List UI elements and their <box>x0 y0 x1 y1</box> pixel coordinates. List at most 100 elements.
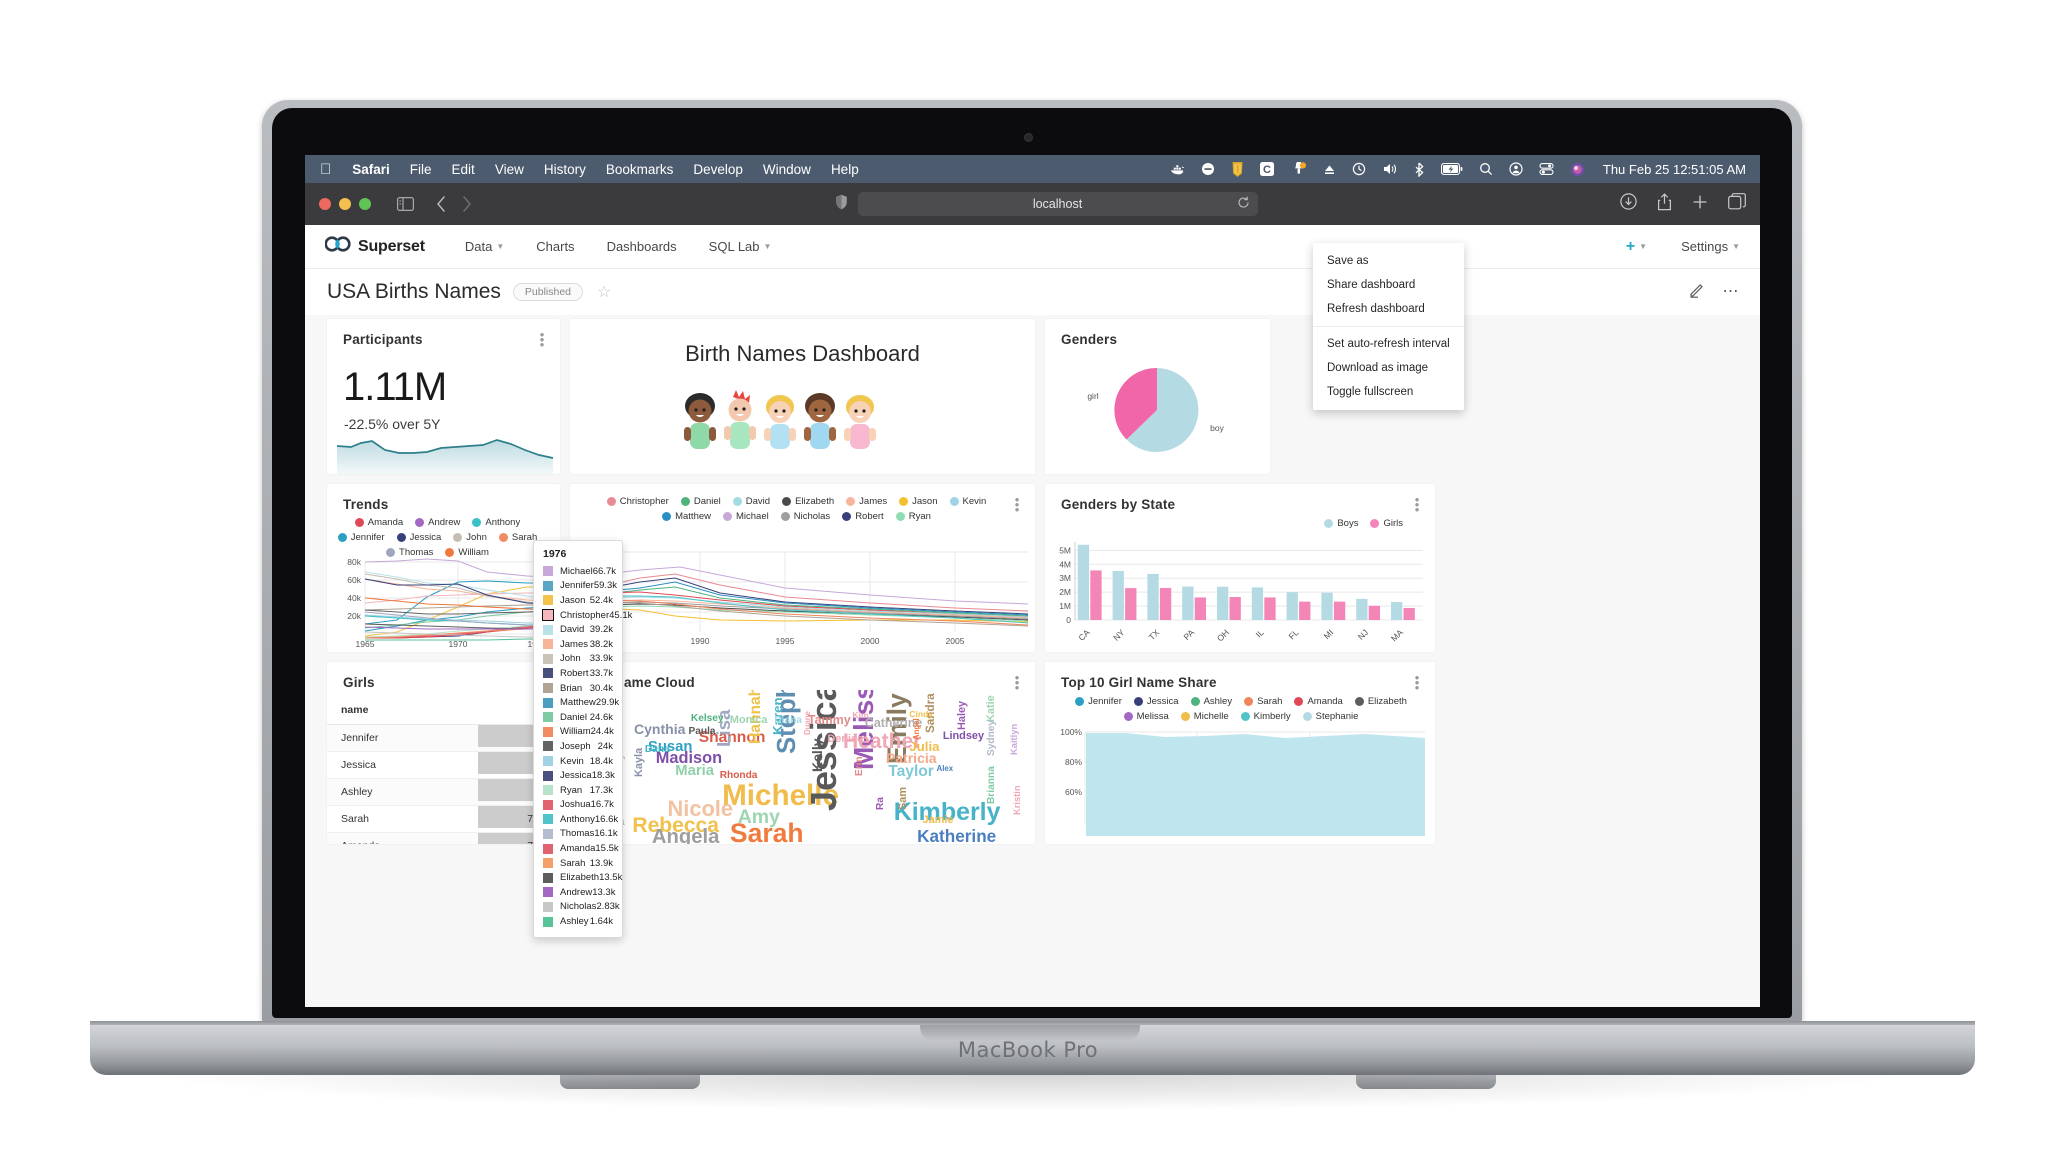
bar-boys-PA[interactable] <box>1182 586 1194 620</box>
menu-file[interactable]: File <box>400 162 442 177</box>
trends-legend-item[interactable]: Jennifer <box>337 532 385 543</box>
new-item-button[interactable]: + ▼ <box>1626 238 1647 256</box>
top10-legend-item[interactable]: Michelle <box>1180 711 1229 722</box>
cloud-word[interactable]: Tammy <box>808 713 851 727</box>
trends-legend-item[interactable]: Jessica <box>396 532 441 543</box>
cloud-word[interactable]: Sydney <box>986 720 997 756</box>
cloud-word[interactable]: Duane <box>803 711 812 735</box>
bar-boys-CA[interactable] <box>1077 544 1090 620</box>
cloud-word[interactable]: Monica <box>730 714 768 726</box>
navlink-charts[interactable]: Charts <box>520 239 590 254</box>
cloud-word[interactable]: Kelsey <box>691 713 724 724</box>
big-trends-legend-item[interactable]: Kevin <box>949 496 986 507</box>
cloud-word[interactable]: Paula <box>689 726 716 737</box>
menu-safari[interactable]: Safari <box>342 162 400 177</box>
menu-item-download-as-image[interactable]: Download as image <box>1313 356 1464 380</box>
bar-girls-PA[interactable] <box>1194 597 1207 620</box>
cloud-word[interactable]: Sam <box>897 786 909 809</box>
cloud-word[interactable]: Rhonda <box>720 770 758 781</box>
trends-legend-item[interactable]: Anthony <box>472 517 520 528</box>
big-trends-legend-item[interactable]: David <box>732 496 770 507</box>
cloud-word[interactable]: Alex <box>937 764 953 773</box>
pencil-icon[interactable] <box>1689 282 1705 302</box>
menu-item-refresh-dashboard[interactable]: Refresh dashboard <box>1313 297 1464 321</box>
top10-legend-item[interactable]: Amanda <box>1294 696 1343 707</box>
privacy-shield-icon[interactable] <box>835 194 848 215</box>
card-menu-big-trends[interactable]: • • • <box>1012 493 1022 516</box>
address-bar[interactable]: localhost <box>857 192 1258 216</box>
docker-icon[interactable] <box>1162 163 1193 176</box>
cloud-word[interactable]: Katherine <box>917 826 996 844</box>
1password-icon[interactable] <box>1223 161 1252 177</box>
big-trends-legend-item[interactable]: Elizabeth <box>782 496 834 507</box>
navlink-sqllab[interactable]: SQL Lab ▼ <box>693 239 788 254</box>
do-not-disturb-icon[interactable] <box>1193 162 1223 176</box>
control-center-icon[interactable] <box>1531 162 1562 176</box>
big-trends-legend-item[interactable]: Matthew <box>662 511 711 522</box>
cloud-word[interactable]: Haley <box>956 700 968 729</box>
top10-legend-item[interactable]: Melissa <box>1123 711 1169 722</box>
bar-girls-NY[interactable] <box>1125 588 1137 620</box>
menu-help[interactable]: Help <box>821 162 869 177</box>
bar-girls-FL[interactable] <box>1299 601 1311 620</box>
cloud-word[interactable]: Kristin <box>1012 785 1022 815</box>
volume-icon[interactable] <box>1374 162 1406 176</box>
share-icon[interactable] <box>1657 192 1672 216</box>
bar-boys-TX[interactable] <box>1147 573 1159 620</box>
siri-icon[interactable] <box>1562 162 1593 177</box>
big-trends-legend-item[interactable]: Nicholas <box>780 511 830 522</box>
big-trends-legend-item[interactable]: Robert <box>842 511 884 522</box>
bar-boys-MI[interactable] <box>1321 592 1333 620</box>
minimize-button[interactable] <box>339 198 351 210</box>
cloud-word[interactable]: Cynthia <box>634 721 685 737</box>
bluetooth-icon[interactable] <box>1406 162 1433 177</box>
navlink-settings[interactable]: Settings ▼ <box>1665 239 1740 254</box>
top10-legend-item[interactable]: Sarah <box>1244 696 1282 707</box>
big-trends-legend-item[interactable]: Christopher <box>606 496 669 507</box>
superset-brand[interactable]: Superset <box>324 236 425 257</box>
trends-legend-item[interactable]: Amanda <box>354 517 403 528</box>
table-row[interactable]: Sarah745k <box>327 805 560 833</box>
gbs-legend-item[interactable]: Boys <box>1324 518 1358 529</box>
cloud-word[interactable]: Jamie <box>923 814 954 826</box>
table-row[interactable]: Ashley <box>327 778 560 806</box>
cloud-word[interactable]: Kayla <box>633 748 645 777</box>
timer-icon[interactable] <box>1344 162 1374 176</box>
bar-girls-NJ[interactable] <box>1368 605 1381 620</box>
cloud-word[interactable]: Lindsey <box>943 730 984 742</box>
cloud-word[interactable]: Angela <box>652 826 720 844</box>
menu-view[interactable]: View <box>485 162 534 177</box>
top10-legend-item[interactable]: Kimberly <box>1240 711 1291 722</box>
bar-boys-NY[interactable] <box>1112 570 1124 620</box>
window-controls[interactable] <box>319 198 371 210</box>
top10-legend-item[interactable]: Jessica <box>1133 696 1179 707</box>
card-menu-name-cloud[interactable]: • • • <box>1012 671 1022 694</box>
bar-girls-MI[interactable] <box>1333 601 1346 620</box>
trends-legend-item[interactable]: Andrew <box>415 517 460 528</box>
menu-bookmarks[interactable]: Bookmarks <box>596 162 684 177</box>
eject-icon[interactable] <box>1315 163 1344 176</box>
navlink-data[interactable]: Data ▼ <box>449 239 520 254</box>
cloud-word[interactable]: Taylor <box>888 763 934 781</box>
bar-boys-MA[interactable] <box>1390 602 1403 620</box>
big-trends-legend-item[interactable]: Daniel <box>680 496 721 507</box>
bar-boys-FL[interactable] <box>1286 592 1298 620</box>
cloud-word[interactable]: Brianna <box>986 766 997 804</box>
trends-legend-item[interactable]: Sarah <box>498 532 537 543</box>
bar-boys-IL[interactable] <box>1251 587 1264 620</box>
cloud-word[interactable]: Kelly <box>809 738 825 772</box>
big-trends-legend-item[interactable]: Michael <box>723 511 769 522</box>
cloud-word[interactable]: Angel <box>912 718 921 740</box>
top10-legend-item[interactable]: Jennifer <box>1075 696 1122 707</box>
sidebar-icon[interactable] <box>397 197 414 211</box>
search-icon[interactable] <box>1471 162 1501 176</box>
bar-girls-CA[interactable] <box>1090 570 1102 620</box>
card-menu-genders-by-state[interactable]: • • • <box>1412 493 1422 516</box>
big-trends-legend-item[interactable]: Jason <box>899 496 938 507</box>
account-icon[interactable] <box>1501 162 1531 176</box>
new-tab-icon[interactable] <box>1692 194 1708 215</box>
top10-legend-item[interactable]: Elizabeth <box>1354 696 1407 707</box>
big-trends-legend-item[interactable]: Ryan <box>895 511 931 522</box>
table-row[interactable]: Amanda720k <box>327 832 560 844</box>
status-badge[interactable]: Published <box>512 283 584 301</box>
